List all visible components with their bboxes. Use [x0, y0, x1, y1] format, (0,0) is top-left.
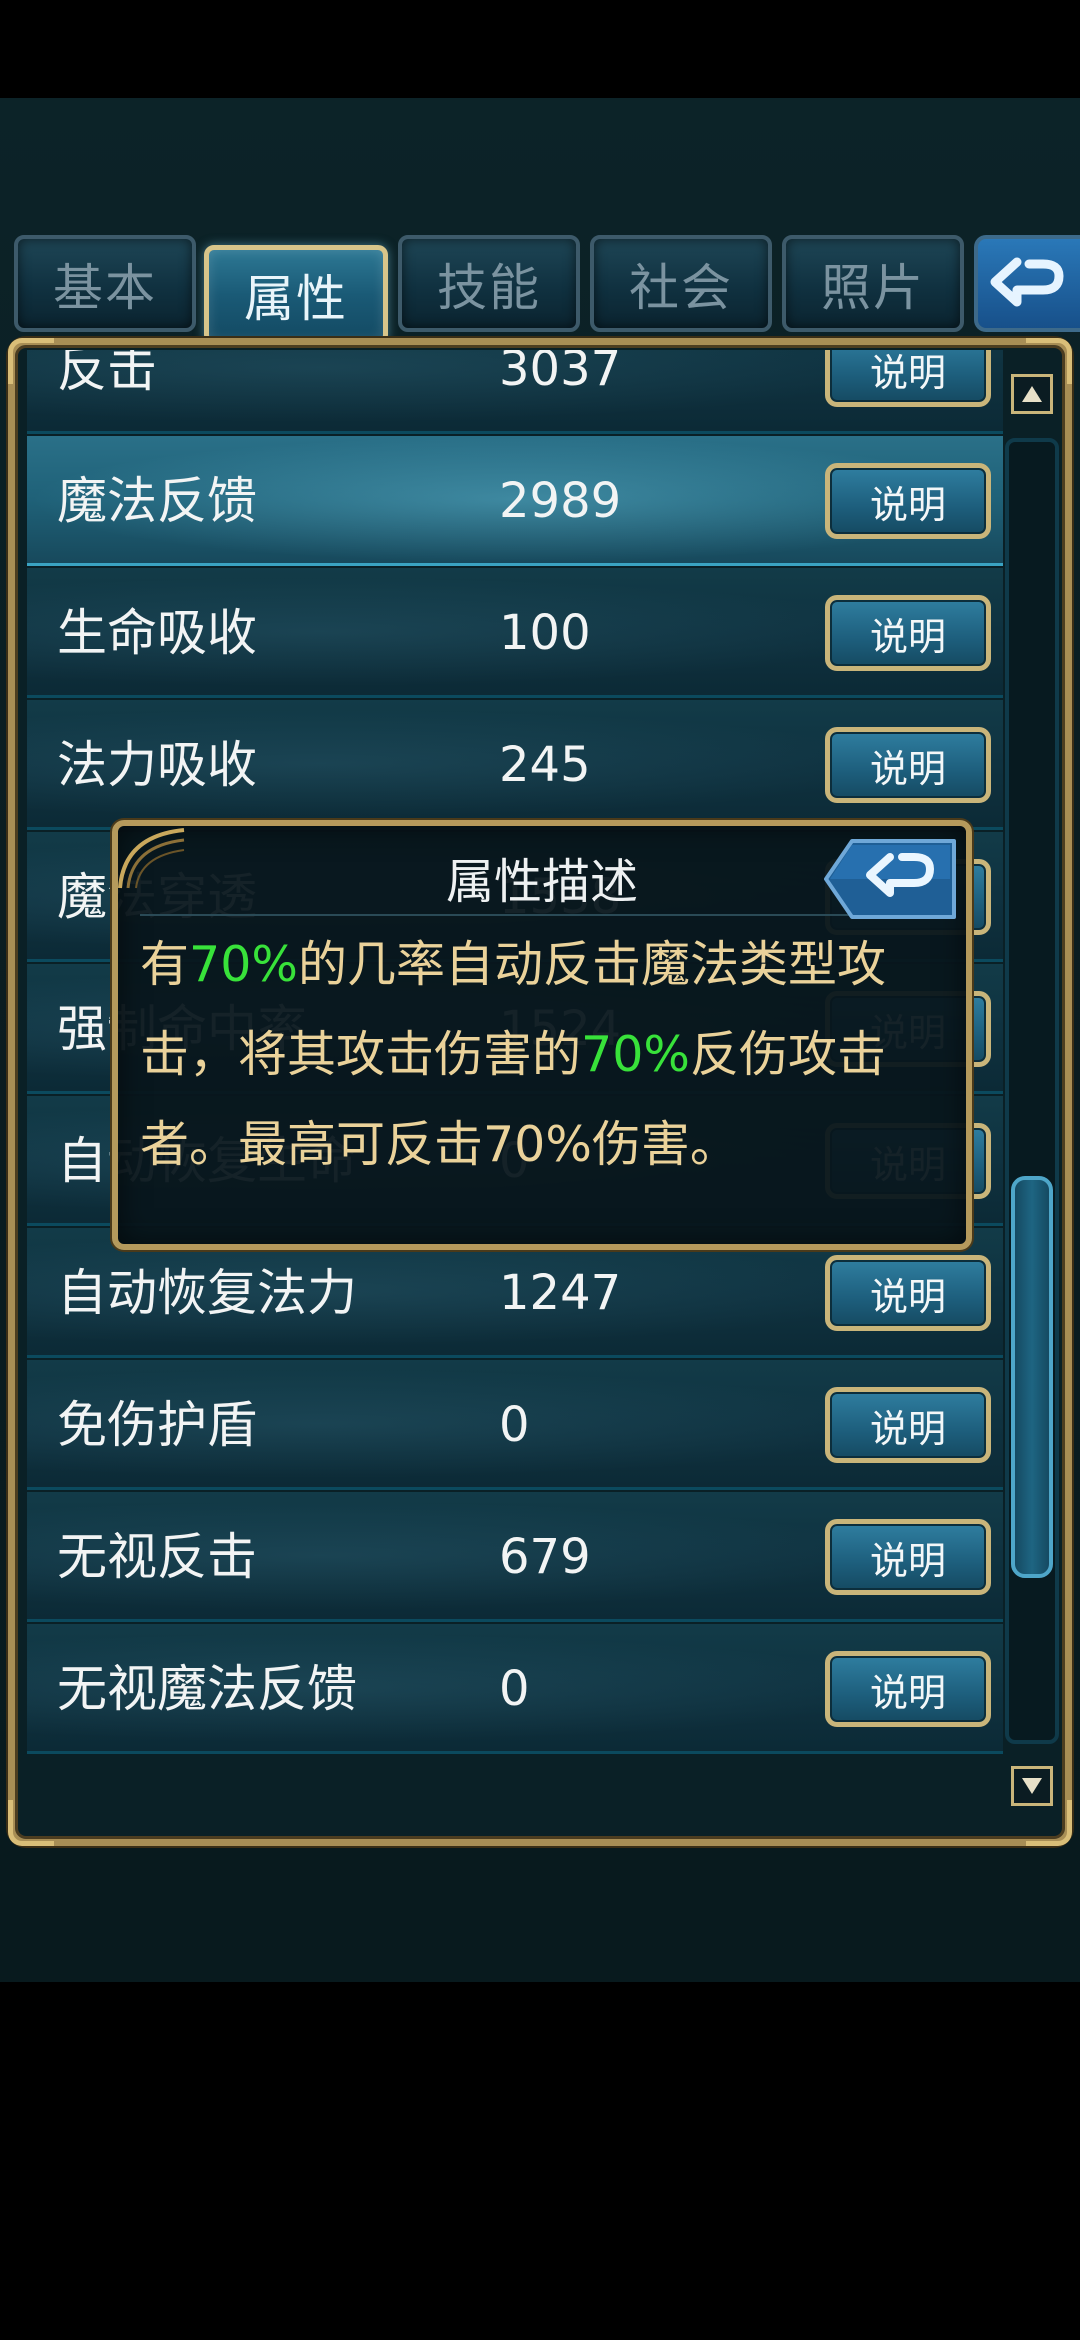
- triangle-up-icon: [1022, 386, 1042, 402]
- tab-back-button[interactable]: [974, 235, 1080, 332]
- tab-skills[interactable]: 技能: [398, 235, 580, 332]
- scroll-down-button[interactable]: [1011, 1766, 1053, 1806]
- description-text: 有: [140, 936, 190, 993]
- return-arrow-icon: [990, 257, 1064, 306]
- attribute-row[interactable]: 反击 3037 说明: [27, 350, 1003, 434]
- bottom-black-band: [0, 1982, 1080, 2340]
- tab-social[interactable]: 社会: [590, 235, 772, 332]
- scroll-up-button[interactable]: [1011, 374, 1053, 414]
- explain-button[interactable]: 说明: [825, 595, 991, 671]
- attribute-label: 反击: [57, 350, 157, 398]
- attribute-label: 无视魔法反馈: [57, 1660, 357, 1718]
- attribute-label: 法力吸收: [57, 736, 257, 794]
- attribute-value: 100: [499, 605, 591, 661]
- attribute-row[interactable]: 生命吸收 100 说明: [27, 568, 1003, 698]
- attribute-value: 0: [499, 1661, 530, 1717]
- explain-button[interactable]: 说明: [825, 727, 991, 803]
- attribute-value: 245: [499, 737, 591, 793]
- attribute-label: 生命吸收: [57, 604, 257, 662]
- explain-button[interactable]: 说明: [825, 463, 991, 539]
- highlight-value: 70%: [581, 1026, 690, 1083]
- triangle-down-icon: [1022, 1778, 1042, 1794]
- attribute-value: 3037: [499, 350, 622, 397]
- highlight-value: 70%: [189, 936, 298, 993]
- attribute-row[interactable]: 免伤护盾 0 说明: [27, 1360, 1003, 1490]
- dialog-description-text: 有70%的几率自动反击魔法类型攻击，将其攻击伤害的70%反伤攻击者。最高可反击7…: [140, 920, 940, 1190]
- tab-photos[interactable]: 照片: [782, 235, 964, 332]
- explain-button[interactable]: 说明: [825, 1519, 991, 1595]
- tab-basic[interactable]: 基本: [14, 235, 196, 332]
- attribute-row[interactable]: 法力吸收 245 说明: [27, 700, 1003, 830]
- attribute-row[interactable]: 无视反击 679 说明: [27, 1492, 1003, 1622]
- dialog-close-button[interactable]: [822, 835, 962, 923]
- scrollbar-thumb[interactable]: [1011, 1176, 1053, 1578]
- explain-button[interactable]: 说明: [825, 1387, 991, 1463]
- attribute-label: 魔法反馈: [57, 472, 257, 530]
- frame-corner: [1026, 1800, 1072, 1846]
- tab-attributes[interactable]: 属性: [204, 245, 388, 345]
- explain-button[interactable]: 说明: [825, 1651, 991, 1727]
- attribute-value: 0: [499, 1397, 530, 1453]
- attribute-value: 2989: [499, 473, 622, 529]
- attribute-row[interactable]: 无视魔法反馈 0 说明: [27, 1624, 1003, 1754]
- attribute-row[interactable]: 魔法反馈 2989 说明: [27, 436, 1003, 566]
- explain-button[interactable]: 说明: [825, 350, 991, 407]
- explain-button[interactable]: 说明: [825, 1255, 991, 1331]
- attribute-label: 无视反击: [57, 1528, 257, 1586]
- attribute-label: 免伤护盾: [57, 1396, 257, 1454]
- dialog-divider: [140, 914, 860, 916]
- top-black-band: [0, 0, 1080, 98]
- attribute-value: 679: [499, 1529, 591, 1585]
